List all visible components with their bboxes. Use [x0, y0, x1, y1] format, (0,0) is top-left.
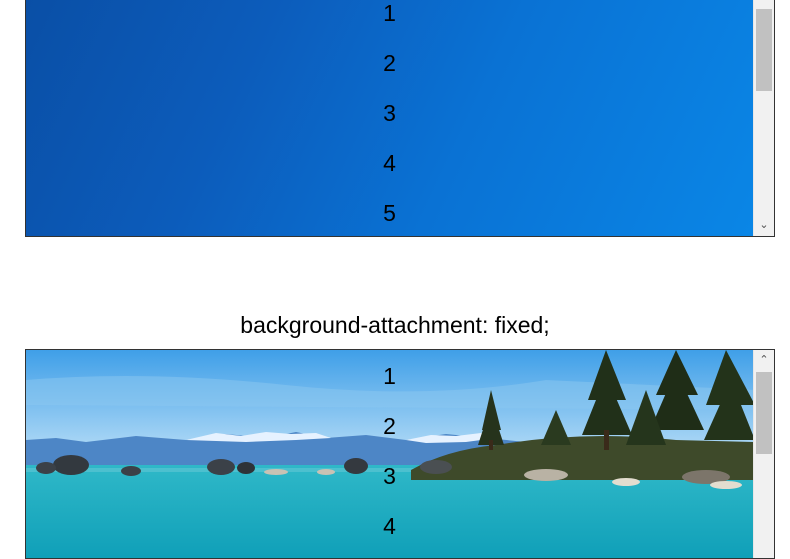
scroll-thumb[interactable]: [756, 372, 772, 454]
chevron-up-icon[interactable]: ⌃: [754, 352, 774, 369]
scrollbar-bottom[interactable]: ⌃: [753, 350, 774, 558]
demo-caption: background-attachment: fixed;: [240, 312, 550, 338]
list-item: 5: [383, 200, 396, 226]
chevron-down-icon[interactable]: ⌄: [754, 217, 774, 234]
list-item: 3: [383, 463, 396, 489]
list-item: 2: [383, 413, 396, 439]
list-item: 1: [383, 363, 396, 389]
list-item: 3: [383, 100, 396, 126]
scroll-demo-bottom[interactable]: 1 2 3 4 ⌃: [25, 349, 775, 559]
list-item: 4: [383, 150, 396, 176]
scroll-thumb[interactable]: [756, 9, 772, 91]
scroll-demo-top[interactable]: 1 2 3 4 5 ⌄: [25, 0, 775, 237]
list-item: 1: [383, 0, 396, 26]
scrollbar-top[interactable]: ⌄: [753, 0, 774, 236]
list-item: 2: [383, 50, 396, 76]
list-item: 4: [383, 513, 396, 539]
